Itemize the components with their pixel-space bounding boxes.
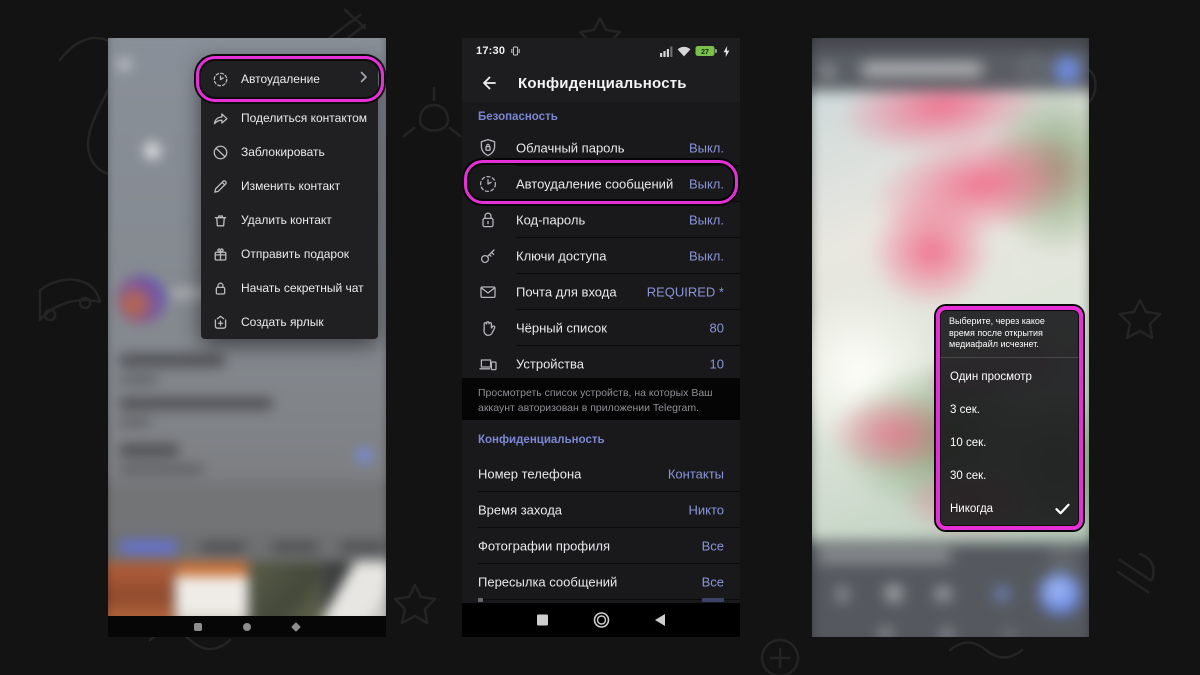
shield-lock-icon	[477, 137, 499, 159]
status-bar: 17:30 27	[462, 38, 740, 64]
screenshot-chat-context-menu: Автоудаление Поделиться контактом Заблок…	[108, 38, 386, 637]
timer-option-never[interactable]: Никогда	[940, 492, 1079, 525]
blurred-send-button	[1039, 573, 1082, 615]
row-last-seen[interactable]: Время захода Никто	[462, 492, 740, 528]
row-devices[interactable]: Устройства 10	[462, 346, 740, 382]
page-title: Конфиденциальность	[518, 74, 687, 92]
menu-item-create-shortcut[interactable]: Создать ярлык	[201, 305, 378, 339]
blurred-chat-title	[860, 62, 984, 76]
timer-option-10s[interactable]: 10 сек.	[940, 426, 1079, 459]
blurred-back-arrow	[117, 59, 132, 70]
menu-item-label: Создать ярлык	[241, 315, 324, 329]
screenshot-privacy-settings: 17:30 27 Конфиденциальность Безопасность…	[462, 38, 740, 637]
add-shortcut-icon	[212, 314, 229, 331]
battery-icon: 27	[695, 46, 717, 56]
android-navbar	[108, 616, 386, 637]
menu-item-label: Изменить контакт	[241, 179, 341, 193]
signal-icon	[660, 46, 673, 57]
contact-context-menu: Автоудаление Поделиться контактом Заблок…	[201, 57, 378, 339]
blurred-avatar-dot	[144, 142, 161, 160]
section-title: Безопасность	[478, 111, 558, 123]
blurred-avatar	[1053, 56, 1082, 84]
blurred-chat-header	[812, 48, 1089, 91]
blurred-timer-button	[1020, 57, 1046, 83]
partially-visible-row	[478, 598, 483, 602]
menu-item-autodelete[interactable]: Автоудаление	[201, 60, 378, 98]
envelope-icon	[477, 281, 499, 303]
row-login-email[interactable]: Почта для входа REQUIRED *	[462, 274, 740, 310]
back-arrow-icon[interactable]	[480, 74, 498, 92]
privacy-section: Конфиденциальность Номер телефона Контак…	[462, 420, 740, 603]
blurred-tab-media	[119, 539, 178, 555]
edit-pencil-icon	[212, 178, 229, 195]
app-bar: Конфиденциальность	[462, 64, 740, 102]
recents-icon[interactable]	[536, 614, 549, 627]
home-icon[interactable]	[593, 612, 610, 629]
hand-icon	[477, 317, 499, 339]
menu-item-delete-contact[interactable]: Удалить контакт	[201, 203, 378, 237]
block-icon	[212, 144, 229, 161]
section-title: Конфиденциальность	[478, 434, 605, 446]
vibrate-icon	[511, 46, 520, 55]
row-phone-number[interactable]: Номер телефона Контакты	[462, 456, 740, 492]
chevron-right-icon	[360, 70, 368, 88]
blurred-avatar-thumb	[117, 275, 165, 324]
menu-item-start-secret-chat[interactable]: Начать секретный чат	[201, 271, 378, 305]
clock-text: 17:30	[476, 45, 506, 57]
lock-icon	[477, 209, 499, 231]
auto-delete-clock-icon	[212, 71, 229, 88]
menu-item-block[interactable]: Заблокировать	[201, 135, 378, 169]
checkmark-icon	[1055, 503, 1070, 514]
row-cloud-password[interactable]: Облачный пароль Выкл.	[462, 130, 740, 166]
devices-note-band: Просмотреть список устройств, на которых…	[462, 378, 740, 420]
home-icon[interactable]	[243, 623, 251, 631]
security-section: Безопасность Облачный пароль Выкл. Автоу…	[462, 102, 740, 378]
row-blacklist[interactable]: Чёрный список 80	[462, 310, 740, 346]
menu-item-label: Начать секретный чат	[241, 281, 364, 295]
android-navbar	[462, 603, 740, 637]
tutorial-collage: Автоудаление Поделиться контактом Заблок…	[0, 0, 1200, 675]
menu-item-label: Заблокировать	[241, 145, 325, 159]
row-passkeys[interactable]: Ключи доступа Выкл.	[462, 238, 740, 274]
gift-icon	[212, 246, 229, 263]
screenshot-media-timer-popup: Выберите, через какое время после открыт…	[812, 38, 1089, 637]
menu-item-edit-contact[interactable]: Изменить контакт	[201, 169, 378, 203]
charging-bolt-icon	[723, 45, 730, 57]
lock-icon	[212, 280, 229, 297]
timer-popup-prompt: Выберите, через какое время после открыт…	[949, 316, 1045, 350]
timer-option-view-once[interactable]: Один просмотр	[940, 360, 1079, 393]
blurred-caption-field	[816, 549, 953, 563]
menu-item-label: Автоудаление	[241, 72, 320, 86]
share-arrow-icon	[212, 110, 229, 127]
svg-text:27: 27	[701, 49, 709, 56]
key-icon	[477, 245, 499, 267]
menu-item-label: Удалить контакт	[241, 213, 332, 227]
menu-item-label: Поделиться контактом	[241, 111, 367, 125]
devices-note-text: Просмотреть список устройств, на которых…	[478, 387, 713, 415]
blurred-edit-dot	[356, 447, 373, 464]
self-destruct-timer-popup: Выберите, через какое время после открыт…	[936, 306, 1083, 530]
back-icon[interactable]	[654, 613, 666, 627]
blurred-back-arrow	[821, 66, 835, 76]
menu-item-label: Отправить подарок	[241, 247, 350, 261]
back-icon[interactable]	[291, 622, 301, 632]
recents-icon[interactable]	[194, 623, 202, 631]
auto-delete-clock-icon	[477, 173, 499, 195]
row-profile-photos[interactable]: Фотографии профиля Все	[462, 528, 740, 564]
blurred-caption-toolbar	[812, 541, 1089, 637]
menu-item-send-gift[interactable]: Отправить подарок	[201, 237, 378, 271]
row-passcode[interactable]: Код-пароль Выкл.	[462, 202, 740, 238]
wifi-icon	[677, 46, 691, 56]
timer-option-30s[interactable]: 30 сек.	[940, 459, 1079, 492]
row-forwarded-messages[interactable]: Пересылка сообщений Все	[462, 564, 740, 600]
row-autodelete-messages[interactable]: Автоудаление сообщений Выкл.	[462, 166, 740, 202]
timer-option-3s[interactable]: 3 сек.	[940, 393, 1079, 426]
devices-icon	[477, 353, 499, 375]
trash-icon	[212, 212, 229, 229]
menu-item-share-contact[interactable]: Поделиться контактом	[201, 101, 378, 135]
